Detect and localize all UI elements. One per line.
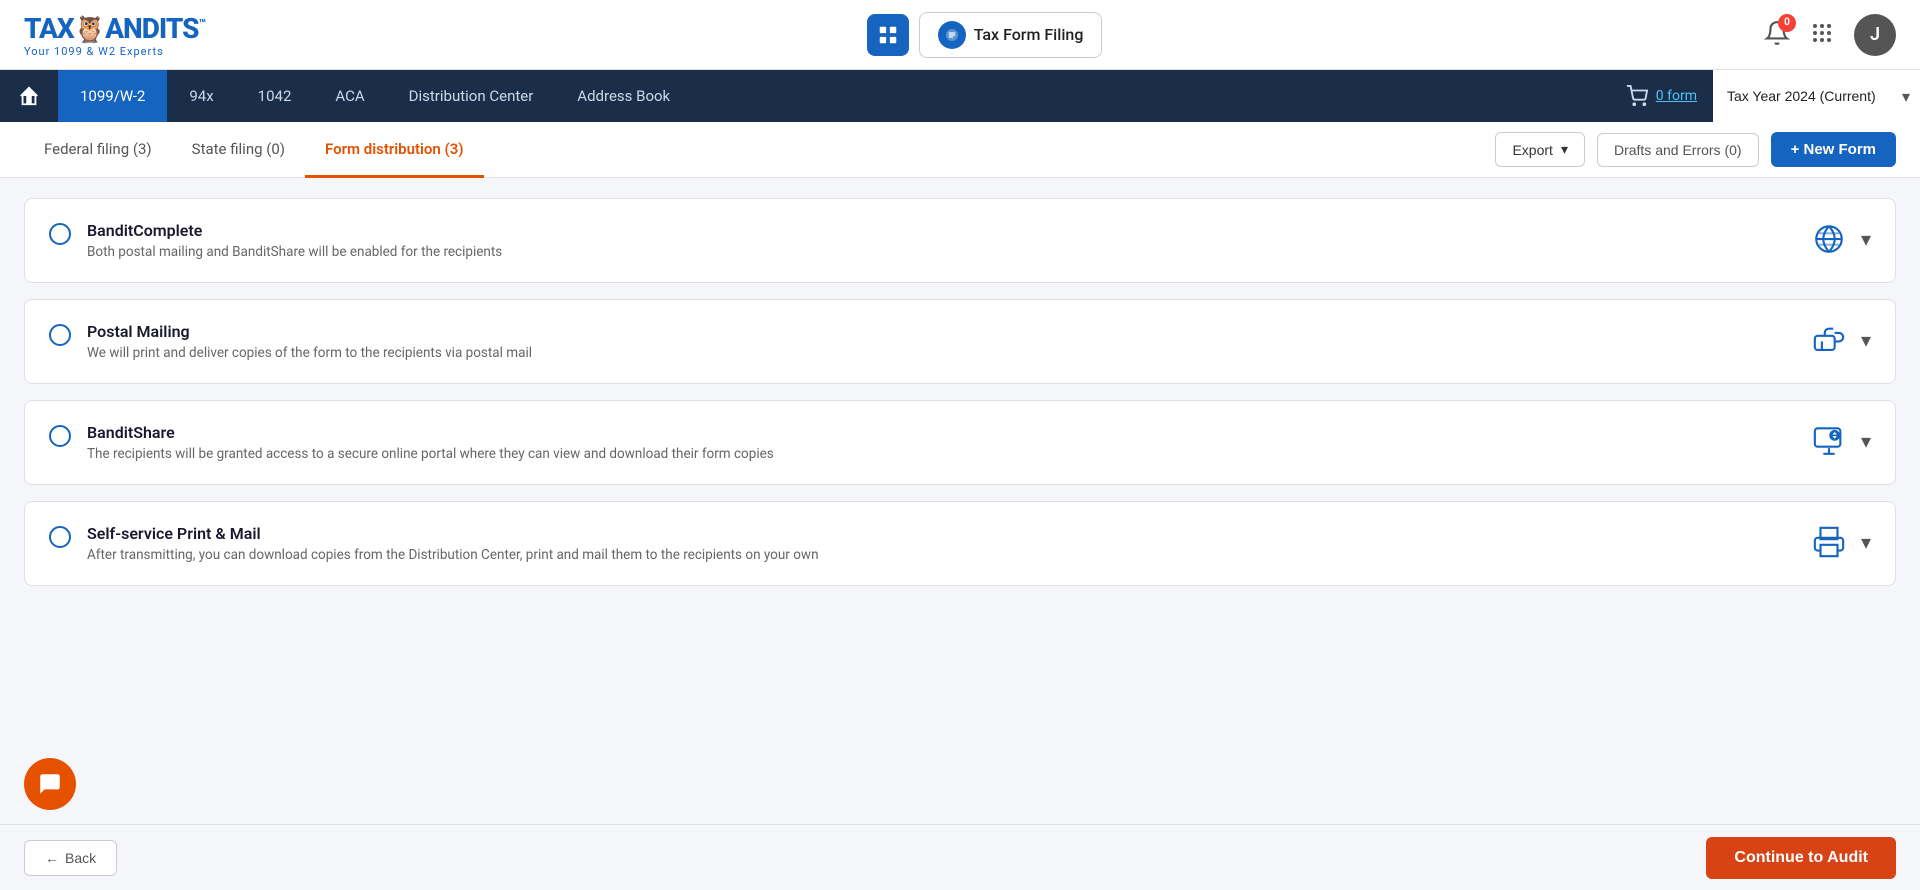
nav-item-1042[interactable]: 1042 — [236, 70, 314, 122]
logo: TAX🦉ANDITS™ Your 1099 & W2 Experts — [24, 12, 205, 58]
radio-postal-mailing[interactable] — [49, 324, 71, 346]
expand-icon[interactable]: ▾ — [1861, 227, 1871, 251]
tax-year-select[interactable]: Tax Year 2024 (Current) Tax Year 2023 Ta… — [1713, 88, 1912, 104]
nav-item-1099w2[interactable]: 1099/W-2 — [58, 70, 167, 122]
back-arrow-icon: ← — [45, 850, 59, 866]
grid-button[interactable] — [867, 14, 909, 56]
option-bandit-complete[interactable]: BanditComplete Both postal mailing and B… — [24, 198, 1896, 283]
tabs-bar: Federal filing (3) State filing (0) Form… — [0, 122, 1920, 178]
option-bandit-share[interactable]: BanditShare The recipients will be grant… — [24, 400, 1896, 485]
notification-badge: 0 — [1778, 14, 1796, 32]
apps-button[interactable] — [1810, 21, 1834, 49]
mailbox-icon — [1811, 322, 1847, 358]
nav-home[interactable] — [0, 70, 58, 122]
chat-icon — [37, 771, 63, 797]
cart-area[interactable]: 0 form — [1610, 85, 1713, 107]
radio-bandit-complete[interactable] — [49, 223, 71, 245]
expand-icon[interactable]: ▾ — [1861, 530, 1871, 554]
back-button[interactable]: ← ← Back Back — [24, 840, 117, 876]
header-right: 0 J — [1764, 14, 1896, 56]
option-title: Self-service Print & Mail — [87, 524, 819, 543]
chevron-down-icon: ▾ — [1561, 141, 1568, 158]
tab-state[interactable]: State filing (0) — [172, 123, 305, 178]
option-desc: Both postal mailing and BanditShare will… — [87, 244, 502, 260]
dots-grid-icon — [1810, 21, 1834, 45]
grid-icon — [877, 24, 899, 46]
monitor-globe-icon — [1811, 423, 1847, 459]
tax-year-selector[interactable]: Tax Year 2024 (Current) Tax Year 2023 Ta… — [1713, 70, 1920, 122]
expand-icon[interactable]: ▾ — [1861, 328, 1871, 352]
option-title: BanditShare — [87, 423, 774, 442]
bottom-bar: ← ← Back Back Continue to Audit — [0, 824, 1920, 890]
logo-subtitle: Your 1099 & W2 Experts — [24, 45, 205, 58]
header-center: Tax Form Filing — [867, 12, 1103, 58]
option-desc: The recipients will be granted access to… — [87, 446, 774, 462]
chat-button[interactable] — [24, 758, 76, 810]
tax-form-label: Tax Form Filing — [974, 25, 1084, 44]
export-button[interactable]: Export ▾ — [1495, 132, 1585, 167]
notification-button[interactable]: 0 — [1764, 20, 1790, 50]
cart-link[interactable]: 0 form — [1656, 88, 1697, 104]
radio-bandit-share[interactable] — [49, 425, 71, 447]
drafts-errors-button[interactable]: Drafts and Errors (0) — [1597, 133, 1759, 167]
expand-icon[interactable]: ▾ — [1861, 429, 1871, 453]
tax-form-icon — [938, 21, 966, 49]
option-title: BanditComplete — [87, 221, 502, 240]
tab-federal[interactable]: Federal filing (3) — [24, 123, 172, 178]
globe-mail-icon — [1811, 221, 1847, 257]
tabs-actions: Export ▾ Drafts and Errors (0) + New For… — [1495, 132, 1896, 167]
content-area: BanditComplete Both postal mailing and B… — [0, 178, 1920, 702]
tab-distribution[interactable]: Form distribution (3) — [305, 123, 484, 178]
document-icon — [944, 27, 960, 43]
option-desc: After transmitting, you can download cop… — [87, 547, 819, 563]
option-title: Postal Mailing — [87, 322, 532, 341]
logo-text: TAX🦉ANDITS™ — [24, 12, 205, 45]
nav-item-addressbook[interactable]: Address Book — [555, 70, 692, 122]
nav-item-aca[interactable]: ACA — [313, 70, 386, 122]
printer-icon — [1811, 524, 1847, 560]
user-avatar[interactable]: J — [1854, 14, 1896, 56]
option-self-service[interactable]: Self-service Print & Mail After transmit… — [24, 501, 1896, 586]
radio-self-service[interactable] — [49, 526, 71, 548]
nav-item-distribution[interactable]: Distribution Center — [387, 70, 556, 122]
cart-icon — [1626, 85, 1648, 107]
new-form-button[interactable]: + New Form — [1771, 132, 1896, 167]
main-nav: 1099/W-2 94x 1042 ACA Distribution Cente… — [0, 70, 1920, 122]
header: TAX🦉ANDITS™ Your 1099 & W2 Experts Tax F… — [0, 0, 1920, 70]
option-postal-mailing[interactable]: Postal Mailing We will print and deliver… — [24, 299, 1896, 384]
nav-item-94x[interactable]: 94x — [167, 70, 235, 122]
option-desc: We will print and deliver copies of the … — [87, 345, 532, 361]
home-icon — [18, 85, 40, 107]
continue-to-audit-button[interactable]: Continue to Audit — [1706, 837, 1896, 879]
tax-form-button[interactable]: Tax Form Filing — [919, 12, 1103, 58]
